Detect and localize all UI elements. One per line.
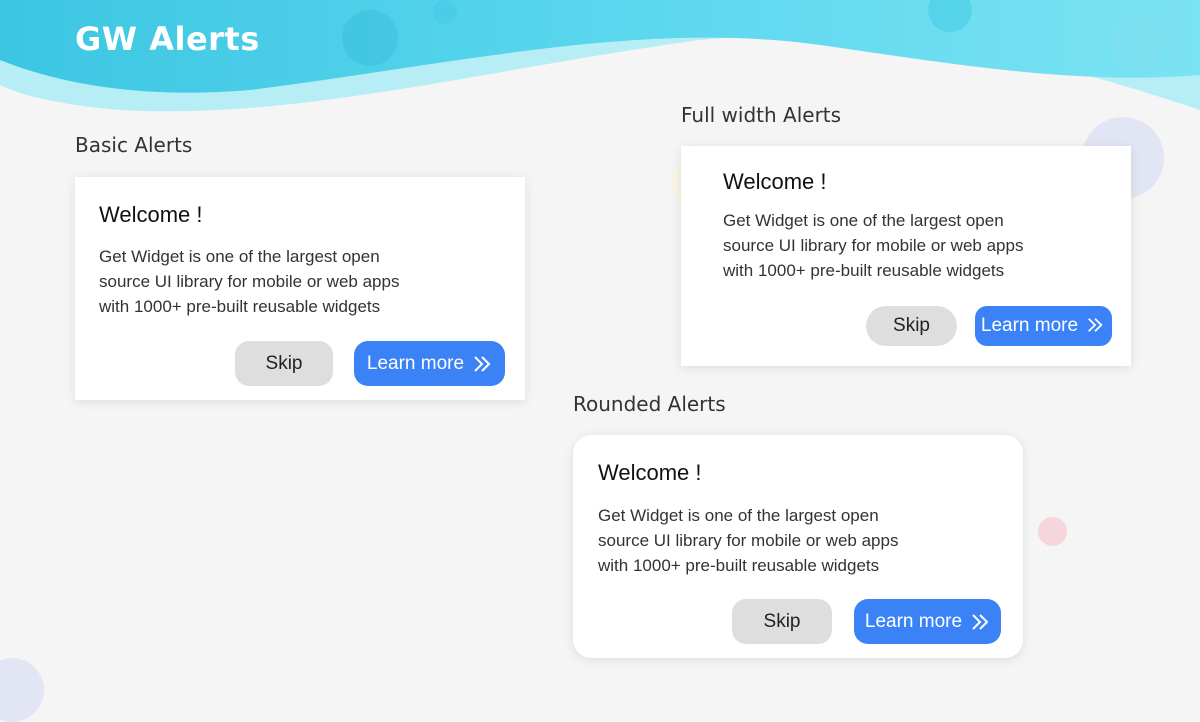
double-chevron-right-icon	[1086, 316, 1106, 336]
double-chevron-right-icon	[472, 354, 492, 374]
alert-title: Welcome !	[99, 202, 203, 227]
skip-button[interactable]: Skip	[235, 341, 333, 386]
learn-more-button[interactable]: Learn more	[854, 599, 1001, 644]
section-title-full-width-alerts: Full width Alerts	[681, 103, 842, 127]
alert-message-line: Get Widget is one of the largest open	[99, 247, 380, 266]
alert-message: Get Widget is one of the largest open so…	[99, 244, 399, 319]
alert-message-line: Get Widget is one of the largest open	[723, 211, 1004, 230]
alert-title: Welcome !	[723, 169, 827, 194]
alert-title: Welcome !	[598, 460, 702, 485]
app-title: GW Alerts	[75, 20, 260, 58]
learn-more-button[interactable]: Learn more	[354, 341, 505, 386]
alert-message-line: with 1000+ pre-built reusable widgets	[99, 297, 381, 316]
learn-more-label: Learn more	[980, 315, 1079, 336]
full-width-alert-card: Welcome ! Get Widget is one of the large…	[681, 146, 1131, 366]
skip-button[interactable]: Skip	[866, 306, 957, 346]
alert-message-line: with 1000+ pre-built reusable widgets	[723, 261, 1005, 280]
decorative-circle	[0, 658, 44, 722]
section-title-basic-alerts: Basic Alerts	[75, 133, 193, 157]
alert-message-line: with 1000+ pre-built reusable widgets	[598, 556, 880, 575]
alert-message-line: source UI library for mobile or web apps	[598, 531, 899, 550]
section-title-rounded-alerts: Rounded Alerts	[573, 392, 726, 416]
skip-button[interactable]: Skip	[732, 599, 832, 644]
learn-more-label: Learn more	[864, 610, 963, 632]
learn-more-button[interactable]: Learn more	[975, 306, 1112, 346]
alert-message-line: source UI library for mobile or web apps	[99, 272, 400, 291]
alert-message: Get Widget is one of the largest open so…	[723, 208, 1023, 283]
alert-message-line: source UI library for mobile or web apps	[723, 236, 1024, 255]
learn-more-label: Learn more	[366, 352, 465, 374]
skip-label: Skip	[265, 352, 303, 374]
decorative-circle	[1038, 517, 1067, 546]
alert-message: Get Widget is one of the largest open so…	[598, 503, 898, 578]
rounded-alert-card: Welcome ! Get Widget is one of the large…	[573, 435, 1023, 658]
skip-label: Skip	[763, 610, 801, 632]
alert-message-line: Get Widget is one of the largest open	[598, 506, 879, 525]
double-chevron-right-icon	[970, 612, 990, 632]
basic-alert-card: Welcome ! Get Widget is one of the large…	[75, 177, 525, 400]
skip-label: Skip	[893, 315, 930, 336]
